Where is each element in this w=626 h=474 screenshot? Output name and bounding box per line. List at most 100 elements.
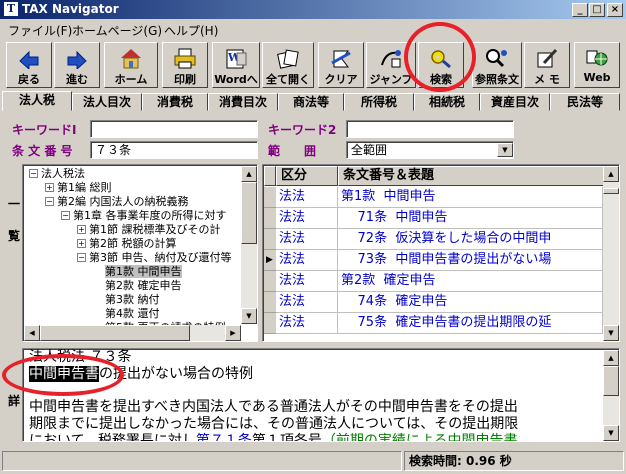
menu-homepage[interactable]: ホームページ(G)	[72, 22, 162, 39]
status-left-pane	[2, 451, 402, 471]
range-select[interactable]: 全範囲	[346, 141, 514, 159]
grid-cell-title[interactable]: 73条 中間申告書の提出がない場	[338, 250, 603, 271]
article-number-input[interactable]: ７３条	[90, 141, 258, 159]
tree-node[interactable]: 第4款 還付	[93, 307, 160, 321]
grid-cell-kubun[interactable]: 法法	[276, 313, 338, 334]
tree-node-label: 法人税法	[41, 167, 85, 180]
keyword1-input[interactable]	[90, 120, 258, 138]
back-button[interactable]: 戻る	[6, 42, 52, 88]
tree-scroll-thumb[interactable]	[241, 182, 257, 244]
grid-cell-kubun[interactable]: 法法	[276, 208, 338, 229]
tree-node[interactable]: − 第2編 内国法人の納税義務	[45, 195, 189, 209]
scroll-right-icon[interactable]: ▶	[225, 325, 241, 341]
row-marker[interactable]	[264, 313, 276, 334]
collapse-icon[interactable]: −	[61, 211, 70, 220]
grid-scroll-thumb[interactable]	[603, 188, 619, 194]
collapse-icon[interactable]: −	[77, 253, 86, 262]
grid-vertical-scrollbar[interactable]: ▲ ▼	[603, 166, 619, 341]
row-marker[interactable]	[264, 271, 276, 292]
clear-icon	[331, 50, 351, 68]
row-marker[interactable]	[264, 187, 276, 208]
row-marker[interactable]	[264, 229, 276, 250]
menu-help[interactable]: ヘルプ(H)	[164, 22, 218, 39]
tree-vertical-scrollbar[interactable]: ▲ ▼	[241, 166, 257, 324]
memo-button[interactable]: メ モ	[524, 42, 570, 88]
article-number-label: 条 文 番 号	[12, 144, 73, 158]
word-export-button[interactable]: W Wordへ	[212, 42, 260, 88]
open-all-button[interactable]: 全て開く	[262, 42, 314, 88]
tree-node[interactable]: − 第1章 各事業年度の所得に対す	[61, 209, 227, 223]
clear-button[interactable]: クリア	[318, 42, 364, 88]
grid-cell-kubun[interactable]: 法法	[276, 187, 338, 208]
grid-cell-kubun[interactable]: 法法	[276, 250, 338, 271]
tab-shotokuzei[interactable]: 所得税	[344, 93, 414, 111]
tree-hscroll-thumb[interactable]	[40, 325, 190, 341]
back-arrow-icon	[19, 50, 39, 69]
tree-node[interactable]: − 第3節 申告、納付及び還付等	[77, 251, 232, 265]
minimize-button[interactable]: _	[572, 3, 588, 17]
forward-button[interactable]: 進む	[54, 42, 100, 88]
collapse-icon[interactable]: −	[45, 197, 54, 206]
tab-souzokuzei[interactable]: 相続税	[414, 93, 480, 111]
tree-node[interactable]: 第3款 納付	[93, 293, 160, 307]
menu-file[interactable]: ファイル(F)	[8, 22, 72, 39]
web-button[interactable]: Web	[574, 42, 620, 88]
scroll-down-icon[interactable]: ▼	[603, 425, 619, 441]
keyword2-input[interactable]	[346, 120, 514, 138]
row-marker[interactable]	[264, 208, 276, 229]
detail-panel: 法人税法 ７３条 中間申告書の提出がない場合の特例 中間申告書を提出すべき内国法…	[22, 348, 620, 442]
grid-header-title[interactable]: 条文番号＆表題	[338, 166, 604, 186]
tab-shouhizei[interactable]: 消費税	[142, 93, 208, 111]
maximize-button[interactable]: □	[589, 3, 605, 17]
grid-cell-kubun[interactable]: 法法	[276, 229, 338, 250]
detail-scroll-thumb[interactable]	[603, 366, 619, 396]
grid-cell-title[interactable]: 第2款 確定申告	[338, 271, 603, 292]
detail-vertical-scrollbar[interactable]: ▲ ▼	[603, 350, 619, 441]
row-marker[interactable]	[264, 292, 276, 313]
tab-shouhi-mokuji[interactable]: 消費目次	[208, 93, 278, 111]
tree-node[interactable]: + 第2節 税額の計算	[77, 237, 177, 251]
tree-node[interactable]: 第1款 中間申告	[93, 265, 182, 279]
scroll-left-icon[interactable]: ◀	[24, 325, 40, 341]
grid-cell-kubun[interactable]: 法法	[276, 292, 338, 313]
grid-header-kubun[interactable]: 区分	[276, 166, 338, 186]
detail-body-line: 中間申告書を提出すべき内国法人である普通法人がその中間申告書をその提出	[29, 399, 518, 415]
scroll-up-icon[interactable]: ▲	[603, 350, 619, 366]
scroll-down-icon[interactable]: ▼	[603, 325, 619, 341]
tree-node[interactable]: 第2款 確定申告	[93, 279, 182, 293]
grid-cell-title[interactable]: 71条 中間申告	[338, 208, 603, 229]
expand-icon[interactable]: +	[77, 239, 86, 248]
grid-cell-kubun[interactable]: 法法	[276, 271, 338, 292]
grid-cell-title[interactable]: 75条 確定申告書の提出期限の延	[338, 313, 603, 334]
tree-node[interactable]: + 第1節 課税標準及びその計	[77, 223, 221, 237]
tree-horizontal-scrollbar[interactable]: ◀ ▶	[24, 325, 241, 341]
open-all-icon	[277, 49, 299, 69]
expand-icon[interactable]: +	[45, 183, 54, 192]
tab-shisan-mokuji[interactable]: 資産目次	[480, 93, 550, 111]
tab-shouhou[interactable]: 商法等	[278, 93, 344, 111]
current-row-marker[interactable]: ▶	[264, 250, 276, 271]
tab-minpou[interactable]: 民法等	[550, 93, 620, 111]
search-button[interactable]: 検索	[418, 42, 464, 88]
tab-houjinzei[interactable]: 法人税	[2, 91, 72, 111]
jump-button[interactable]: ジャンプ	[366, 42, 416, 88]
scroll-down-icon[interactable]: ▼	[241, 308, 257, 324]
close-button[interactable]: ×	[607, 3, 623, 17]
collapse-icon[interactable]: −	[29, 169, 38, 178]
home-icon	[121, 49, 141, 69]
home-button[interactable]: ホーム	[104, 42, 158, 88]
scroll-up-icon[interactable]: ▲	[241, 166, 257, 182]
tree-node[interactable]: − 法人税法	[29, 167, 85, 181]
scroll-up-icon[interactable]: ▲	[603, 166, 619, 182]
grid-cell-title[interactable]: 72条 仮決算をした場合の中間申	[338, 229, 603, 250]
chevron-down-icon[interactable]: ▼	[497, 143, 513, 157]
tree-node[interactable]: + 第1編 総則	[45, 181, 112, 195]
tab-houjin-mokuji[interactable]: 法人目次	[72, 93, 142, 111]
grid-cell-title[interactable]: 74条 確定申告	[338, 292, 603, 313]
tree-node-label: 第2節 税額の計算	[89, 237, 177, 250]
grid-cell-title[interactable]: 第1款 中間申告	[338, 187, 603, 208]
reference-button[interactable]: 参照条文	[472, 42, 522, 88]
print-button[interactable]: 印刷	[162, 42, 208, 88]
article-link[interactable]: 第７１条	[196, 433, 252, 441]
expand-icon[interactable]: +	[77, 225, 86, 234]
